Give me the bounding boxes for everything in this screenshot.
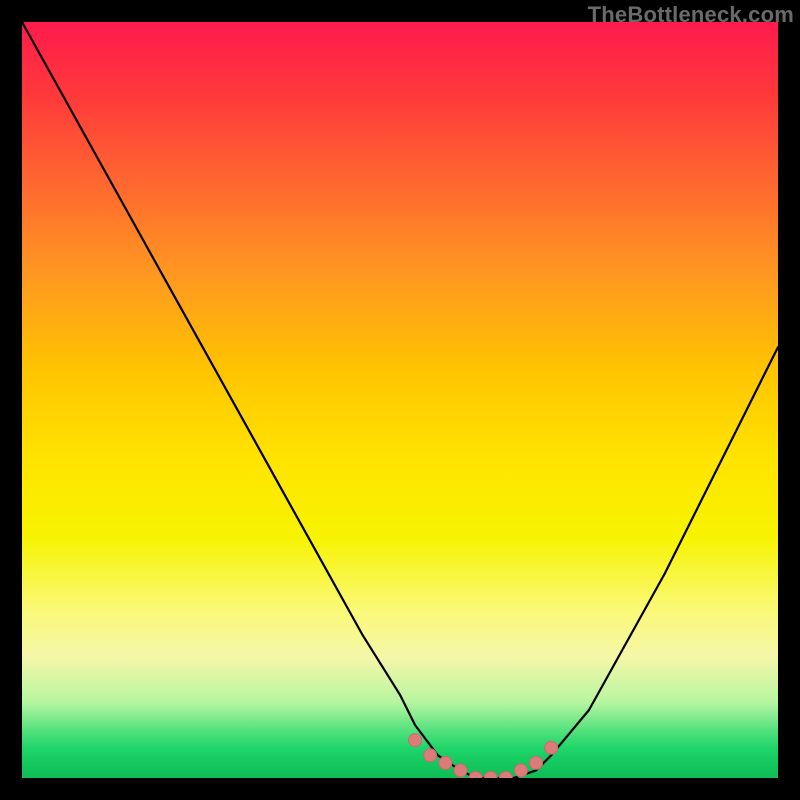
chart-frame: TheBottleneck.com — [0, 0, 800, 800]
highlight-marker — [454, 764, 467, 777]
highlight-marker — [424, 749, 437, 762]
highlight-marker — [469, 772, 482, 779]
highlight-marker — [409, 734, 422, 747]
bottleneck-curve — [22, 22, 778, 778]
highlight-marker — [515, 764, 528, 777]
highlight-marker — [530, 756, 543, 769]
plot-area — [22, 22, 778, 778]
highlight-marker — [439, 756, 452, 769]
highlight-marker — [545, 741, 558, 754]
highlight-marker — [499, 772, 512, 779]
watermark-text: TheBottleneck.com — [588, 2, 794, 28]
curve-svg — [22, 22, 778, 778]
highlight-marker — [484, 772, 497, 779]
